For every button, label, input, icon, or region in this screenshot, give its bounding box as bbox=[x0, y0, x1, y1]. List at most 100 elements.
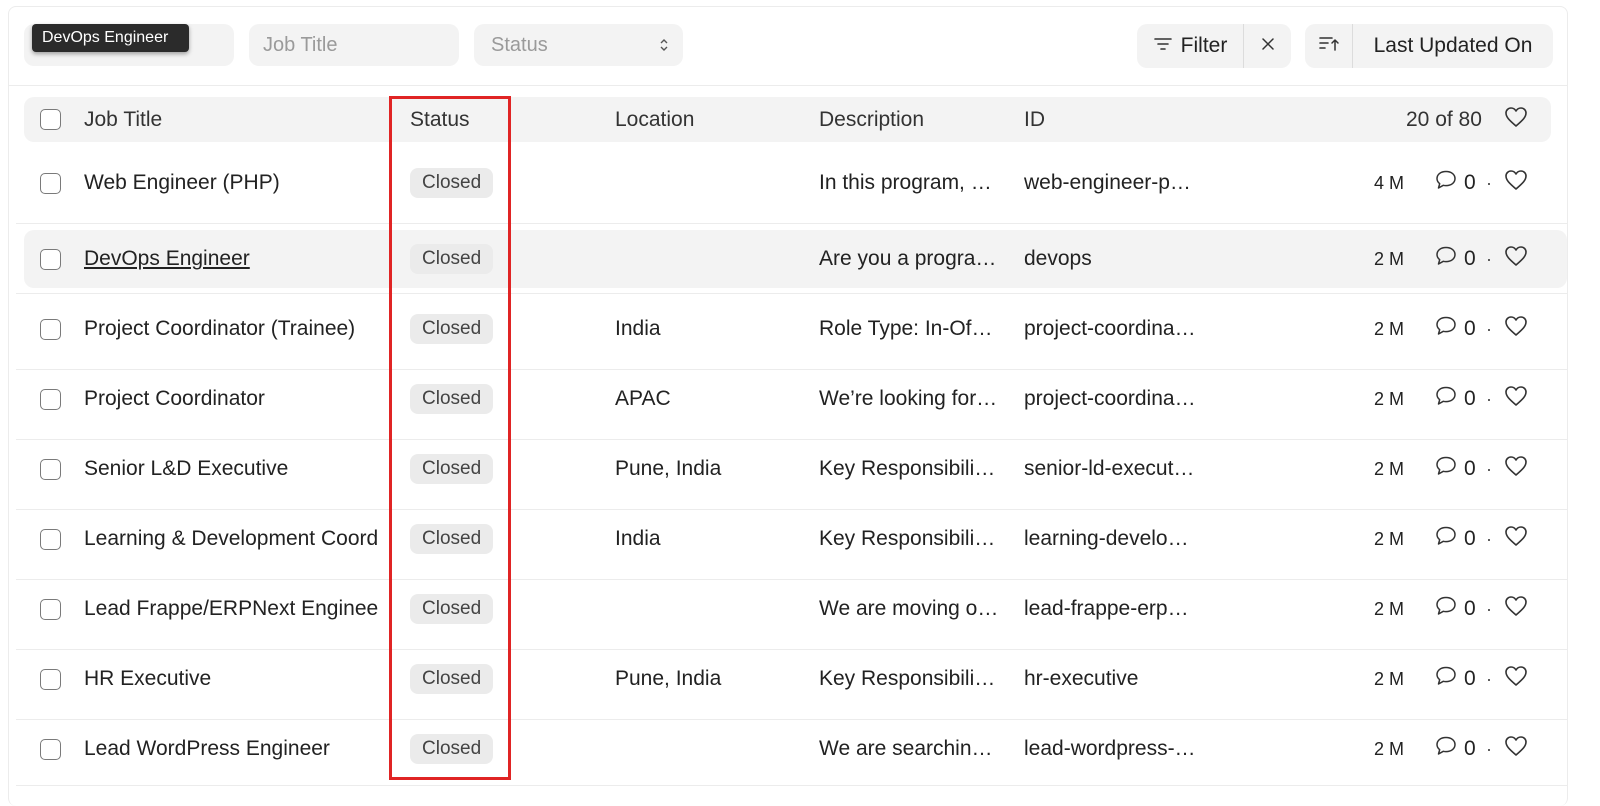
column-header-status[interactable]: Status bbox=[410, 97, 470, 142]
job-title-cell[interactable]: Project Coordinator bbox=[84, 370, 390, 428]
table-row[interactable]: Project Coordinator (Trainee) Closed Ind… bbox=[16, 300, 1567, 370]
column-header-location[interactable]: Location bbox=[615, 97, 694, 142]
row-checkbox[interactable] bbox=[40, 598, 61, 620]
heart-icon[interactable] bbox=[1504, 455, 1528, 483]
description-cell: We are moving o… bbox=[819, 597, 999, 620]
sort-direction-button[interactable] bbox=[1305, 24, 1353, 68]
job-title-cell[interactable]: DevOps Engineer bbox=[84, 230, 390, 288]
separator-dot: · bbox=[1486, 738, 1492, 759]
heart-icon[interactable] bbox=[1504, 385, 1528, 413]
column-header-description[interactable]: Description bbox=[819, 97, 924, 142]
header-like-cell bbox=[1504, 97, 1528, 142]
filter-button[interactable]: Filter bbox=[1137, 24, 1243, 68]
select-chevron-icon bbox=[659, 37, 669, 53]
status-cell: Closed bbox=[410, 230, 494, 288]
status-filter-select[interactable]: Status bbox=[474, 24, 683, 66]
location-cell bbox=[615, 580, 805, 638]
status-cell: Closed bbox=[410, 370, 494, 428]
table-row[interactable]: Project Coordinator Closed APAC We’re lo… bbox=[16, 370, 1567, 440]
column-header-title[interactable]: Job Title bbox=[84, 97, 162, 142]
status-cell: Closed bbox=[410, 650, 494, 708]
comment-count: 0 bbox=[1434, 230, 1476, 288]
job-title: Web Engineer (PHP) bbox=[84, 171, 280, 194]
row-divider bbox=[16, 223, 1567, 224]
description-cell: Are you a progra… bbox=[819, 247, 997, 270]
like-cell bbox=[1504, 720, 1528, 778]
job-title: Project Coordinator (Trainee) bbox=[84, 317, 356, 340]
sort-field-button[interactable]: Last Updated On bbox=[1353, 24, 1553, 68]
separator-dot: · bbox=[1486, 172, 1492, 193]
modified-time: 2 M bbox=[1374, 388, 1405, 409]
job-title-cell[interactable]: Lead Frappe/ERPNext Enginee bbox=[84, 580, 390, 638]
comment-count-value: 0 bbox=[1464, 387, 1476, 410]
table-row[interactable]: Lead WordPress Engineer Closed We are se… bbox=[16, 720, 1567, 790]
table-row[interactable]: HR Executive Closed Pune, India Key Resp… bbox=[16, 650, 1567, 720]
column-header-id[interactable]: ID bbox=[1024, 97, 1045, 142]
comment-bubble-icon bbox=[1434, 665, 1458, 693]
row-checkbox[interactable] bbox=[40, 668, 61, 690]
job-title-cell[interactable]: HR Executive bbox=[84, 650, 390, 708]
description-cell: We are searchin… bbox=[819, 737, 993, 760]
like-cell bbox=[1504, 230, 1528, 288]
heart-icon[interactable] bbox=[1504, 106, 1528, 134]
separator-dot: · bbox=[1486, 528, 1492, 549]
id-cell: web-engineer-p… bbox=[1024, 171, 1191, 194]
row-checkbox[interactable] bbox=[40, 172, 61, 194]
status-badge: Closed bbox=[410, 454, 494, 484]
row-checkbox[interactable] bbox=[40, 528, 61, 550]
comment-bubble-icon bbox=[1434, 315, 1458, 343]
status-cell: Closed bbox=[410, 440, 494, 498]
select-all-checkbox[interactable] bbox=[40, 109, 61, 130]
row-checkbox[interactable] bbox=[40, 318, 61, 340]
row-checkbox[interactable] bbox=[40, 388, 61, 410]
comment-count-value: 0 bbox=[1464, 317, 1476, 340]
heart-icon[interactable] bbox=[1504, 595, 1528, 623]
status-badge: Closed bbox=[410, 314, 494, 344]
row-checkbox[interactable] bbox=[40, 248, 61, 270]
location-cell: Pune, India bbox=[615, 667, 722, 690]
row-checkbox-cell bbox=[40, 154, 61, 212]
row-checkbox-cell bbox=[40, 370, 61, 428]
table-row[interactable]: Web Engineer (PHP) Closed In this progra… bbox=[16, 154, 1567, 224]
description-cell: In this program, … bbox=[819, 171, 992, 194]
table-row[interactable]: DevOps Engineer Closed Are you a progra…… bbox=[16, 230, 1567, 300]
job-title: Project Coordinator bbox=[84, 387, 265, 410]
row-checkbox[interactable] bbox=[40, 738, 61, 760]
comment-count: 0 bbox=[1434, 720, 1476, 778]
job-title-cell[interactable]: Web Engineer (PHP) bbox=[84, 154, 390, 212]
heart-icon[interactable] bbox=[1504, 665, 1528, 693]
location-cell: India bbox=[615, 317, 661, 340]
comment-bubble-icon bbox=[1434, 245, 1458, 273]
heart-icon[interactable] bbox=[1504, 525, 1528, 553]
heart-icon[interactable] bbox=[1504, 169, 1528, 197]
table-row[interactable]: Learning & Development Coord Closed Indi… bbox=[16, 510, 1567, 580]
id-cell: project-coordina… bbox=[1024, 387, 1196, 410]
comment-bubble-icon bbox=[1434, 385, 1458, 413]
status-cell: Closed bbox=[410, 510, 494, 568]
job-title-filter-input[interactable]: Job Title bbox=[249, 24, 459, 66]
table-row[interactable]: Lead Frappe/ERPNext Enginee Closed We ar… bbox=[16, 580, 1567, 650]
separator-dot: · bbox=[1486, 668, 1492, 689]
modified-time: 2 M bbox=[1374, 528, 1405, 549]
status-badge: Closed bbox=[410, 524, 494, 554]
job-title-cell[interactable]: Learning & Development Coord bbox=[84, 510, 390, 568]
job-title-cell[interactable]: Senior L&D Executive bbox=[84, 440, 390, 498]
row-checkbox[interactable] bbox=[40, 458, 61, 480]
comment-count: 0 bbox=[1434, 154, 1476, 212]
separator-dot: · bbox=[1486, 458, 1492, 479]
job-title-link[interactable]: DevOps Engineer bbox=[84, 247, 250, 271]
comment-count-value: 0 bbox=[1464, 667, 1476, 690]
table-row[interactable]: Senior L&D Executive Closed Pune, India … bbox=[16, 440, 1567, 510]
heart-icon[interactable] bbox=[1504, 735, 1528, 763]
row-checkbox-cell bbox=[40, 650, 61, 708]
job-title-cell[interactable]: Project Coordinator (Trainee) bbox=[84, 300, 390, 358]
status-badge: Closed bbox=[410, 734, 494, 764]
heart-icon[interactable] bbox=[1504, 315, 1528, 343]
clear-filter-button[interactable] bbox=[1243, 24, 1291, 68]
heart-icon[interactable] bbox=[1504, 245, 1528, 273]
description-cell: Key Responsibili… bbox=[819, 527, 996, 550]
comment-count: 0 bbox=[1434, 650, 1476, 708]
modified-time: 2 M bbox=[1374, 248, 1405, 269]
id-cell: lead-wordpress-… bbox=[1024, 737, 1196, 760]
job-title-cell[interactable]: Lead WordPress Engineer bbox=[84, 720, 390, 778]
